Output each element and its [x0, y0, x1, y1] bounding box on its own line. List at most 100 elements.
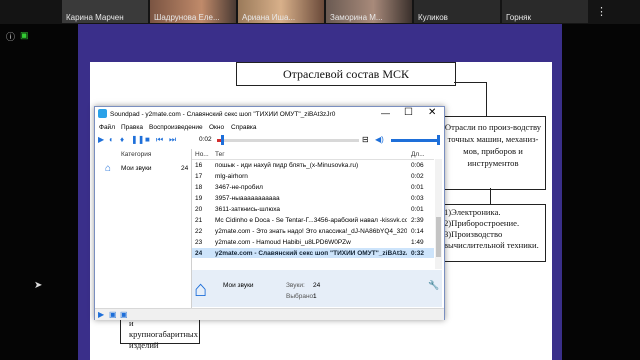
table-row[interactable]: 19 3957-ныааааааааааа 0:03 — [192, 193, 434, 203]
sound-list: Но... Тег Дл... 16 пошык - иди нахуй пидр… — [192, 149, 434, 269]
row-title: 3467-не-пробил — [215, 184, 263, 191]
industry-item: 2)Приборостроение. — [444, 218, 520, 228]
home-icon: ⌂ — [105, 163, 112, 174]
row-title: пошык - иди нахуй пидр блять_(x-Minusovk… — [215, 162, 359, 169]
menu-edit[interactable]: Правка — [121, 124, 143, 131]
category-name[interactable]: Мои звуки — [121, 165, 152, 172]
progress-handle[interactable] — [221, 135, 224, 145]
participant-tile[interactable]: Куликов — [414, 0, 500, 23]
row-number: 19 — [195, 195, 203, 202]
participant-name: Горняк — [506, 13, 531, 22]
pause-icon[interactable]: ❚❚ — [131, 135, 144, 144]
category-header[interactable]: Категория — [121, 151, 151, 158]
connector-line — [454, 82, 487, 83]
participant-tile[interactable]: Ариана Иша... — [238, 0, 324, 23]
row-title: y2mate.com - Славянский секс шоп "ТИХИЙ … — [215, 250, 407, 257]
row-title: mlg-airhorn — [215, 173, 248, 180]
table-row[interactable]: 20 3611-заткнись-шлюха 0:01 — [192, 204, 434, 214]
industry-item: 1)Электроника. — [444, 207, 501, 217]
table-row[interactable]: 21 Mc Cidinho e Doca - Se Tentar-Г...3456… — [192, 215, 434, 225]
selected-label: Выбрано: — [286, 293, 315, 300]
play-icon[interactable]: ▶ — [98, 135, 104, 144]
row-duration: 0:01 — [411, 184, 424, 191]
menu-bar: Файл Правка Воспроизведение Окно Справка — [95, 123, 444, 134]
table-row[interactable]: 23 y2mate.com - Hamoud Habibi_u8LPD6W0PZw… — [192, 237, 434, 247]
row-title: 3957-ныааааааааааа — [215, 195, 280, 202]
table-row[interactable]: 22 y2mate.com - Это знать надо! Это класс… — [192, 226, 434, 236]
column-title[interactable]: Тег — [215, 151, 225, 158]
status-bar: ▶ ▣ ▣ — [95, 308, 444, 320]
category-count: 24 — [181, 165, 189, 172]
soundpad-window: Soundpad - y2mate.com - Славянский секс … — [94, 106, 445, 320]
wrench-icon[interactable]: 🔧 — [428, 280, 439, 291]
column-duration[interactable]: Дл... — [411, 151, 425, 158]
row-title: 3611-заткнись-шлюха — [215, 206, 281, 213]
stop-icon[interactable]: ■ — [145, 135, 150, 144]
industry-item: 3)Производство вычислительной техники. — [444, 229, 539, 250]
headphones-icon[interactable]: ◐ — [109, 135, 114, 144]
volume-slider[interactable] — [391, 139, 439, 142]
participant-strip: Карина Марчен Шадрунова Еле... Ариана Иш… — [0, 0, 640, 24]
row-number: 17 — [195, 173, 203, 180]
row-title: y2mate.com - Это знать надо! Это классик… — [215, 228, 407, 235]
box-line: и крупногабаритных — [129, 318, 198, 339]
previous-icon[interactable]: ⏮ — [156, 135, 163, 145]
participant-tile[interactable]: Горняк — [502, 0, 588, 23]
slide-title: Отраслевой состав МСК — [236, 62, 456, 86]
participant-name: Ариана Иша... — [242, 13, 296, 22]
participant-name: Куликов — [418, 13, 448, 22]
app-icon — [98, 109, 107, 118]
minimize-icon[interactable]: — — [381, 108, 390, 118]
participant-tile[interactable]: Карина Марчен — [62, 0, 148, 23]
row-duration: 0:03 — [411, 195, 424, 202]
table-row[interactable]: 17 mlg-airhorn 0:02 — [192, 171, 434, 181]
volume-icon[interactable]: ◀) — [375, 135, 384, 144]
maximize-icon[interactable]: ☐ — [404, 107, 413, 118]
volume-handle[interactable] — [437, 135, 440, 145]
info-name: Мои звуки — [223, 282, 254, 289]
box-industry-list: 1)Электроника. 2)Приборостроение. 3)Прои… — [440, 204, 546, 262]
scrollbar-thumb[interactable] — [436, 217, 441, 257]
row-number: 20 — [195, 206, 203, 213]
close-icon[interactable]: ✕ — [428, 107, 436, 118]
home-icon: ⌂ — [194, 276, 208, 301]
menu-window[interactable]: Окно — [209, 124, 224, 131]
row-duration: 0:32 — [411, 250, 425, 257]
participant-tile[interactable]: Заморина М... — [326, 0, 412, 23]
row-number: 23 — [195, 239, 203, 246]
status-hotkey-icon[interactable]: ▣ — [109, 310, 117, 319]
menu-help[interactable]: Справка — [231, 124, 257, 131]
table-row[interactable]: 16 пошык - иди нахуй пидр блять_(x-Minuso… — [192, 160, 434, 170]
time-display: 0:02 — [199, 136, 212, 143]
table-row[interactable]: 18 3467-не-пробил 0:01 — [192, 182, 434, 192]
status-play-icon[interactable]: ▶ — [98, 310, 104, 319]
microphone-icon[interactable]: ♦ — [120, 135, 124, 144]
row-title: Mc Cidinho e Doca - Se Tentar-Г...3456-а… — [215, 217, 407, 224]
menu-playback[interactable]: Воспроизведение — [149, 124, 203, 131]
more-icon[interactable]: ⋮ — [596, 5, 607, 18]
participant-tile[interactable]: Шадрунова Еле... — [150, 0, 236, 23]
next-icon[interactable]: ⏭ — [169, 135, 176, 145]
scrollbar[interactable] — [435, 159, 442, 269]
progress-track[interactable] — [217, 139, 359, 142]
status-window-icon[interactable]: ▣ — [120, 310, 128, 319]
info-panel: ⌂ Мои звуки Звуки: 24 Выбрано: 1 🔧 — [192, 270, 442, 307]
list-header: Но... Тег Дл... — [192, 149, 434, 160]
row-duration: 0:14 — [411, 228, 424, 235]
category-panel: Категория ⌂ Мои звуки 24 — [95, 149, 192, 309]
hide-icon[interactable]: ⊟ — [362, 135, 369, 144]
title-bar: Soundpad - y2mate.com - Славянский секс … — [95, 107, 444, 122]
row-duration: 0:02 — [411, 173, 424, 180]
menu-file[interactable]: Файл — [99, 124, 115, 131]
row-number: 16 — [195, 162, 203, 169]
participant-name: Карина Марчен — [66, 13, 124, 22]
participant-name: Шадрунова Еле... — [154, 13, 220, 22]
row-number: 18 — [195, 184, 203, 191]
table-row-selected[interactable]: 24 y2mate.com - Славянский секс шоп "ТИХИ… — [192, 248, 434, 258]
column-number[interactable]: Но... — [195, 151, 209, 158]
info-icon[interactable]: ⓘ — [6, 30, 15, 43]
window-title: Soundpad - y2mate.com - Славянский секс … — [110, 111, 336, 118]
connector-line — [486, 82, 487, 116]
box-line: изделий — [129, 340, 159, 350]
row-number: 21 — [195, 217, 203, 224]
